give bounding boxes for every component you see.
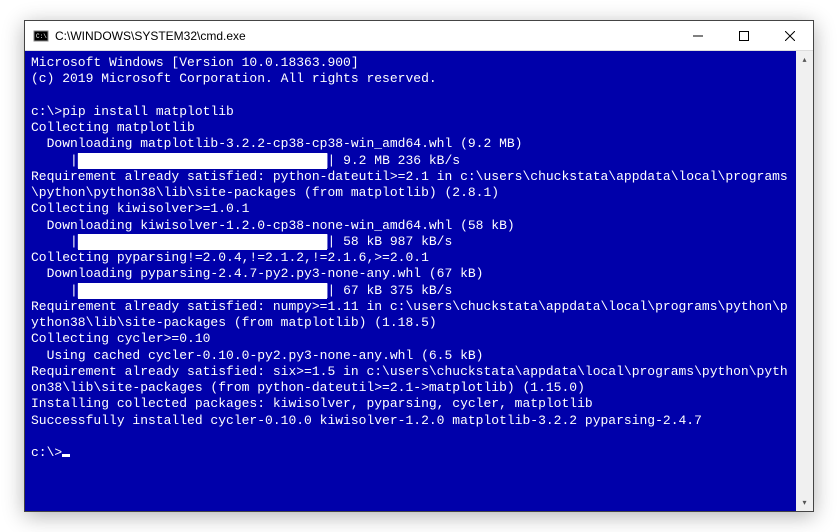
output-line: Collecting cycler>=0.10 [31, 331, 790, 347]
progress-line: |████████████████████████████████| 67 kB… [31, 283, 790, 299]
prompt: c:\> [31, 445, 62, 460]
window-controls [675, 21, 813, 50]
progress-line: |████████████████████████████████| 9.2 M… [31, 153, 790, 169]
output-line: Using cached cycler-0.10.0-py2.py3-none-… [31, 348, 790, 364]
output-line: Requirement already satisfied: numpy>=1.… [31, 299, 790, 332]
scroll-down-arrow-icon[interactable]: ▾ [796, 494, 813, 511]
progress-bar-fill: ████████████████████████████████ [78, 234, 328, 250]
scroll-up-arrow-icon[interactable]: ▴ [796, 51, 813, 68]
window-title: C:\WINDOWS\SYSTEM32\cmd.exe [55, 29, 675, 43]
command-text: pip install matplotlib [62, 104, 234, 119]
blank-line [31, 429, 790, 445]
output-line: Downloading kiwisolver-1.2.0-cp38-none-w… [31, 218, 790, 234]
output-line: Downloading pyparsing-2.4.7-py2.py3-none… [31, 266, 790, 282]
svg-text:C:\: C:\ [36, 33, 47, 40]
progress-prefix: | [31, 234, 78, 249]
prompt: c:\> [31, 104, 62, 119]
output-line: Requirement already satisfied: python-da… [31, 169, 790, 202]
progress-bar-fill: ████████████████████████████████ [78, 153, 328, 169]
output-line: Microsoft Windows [Version 10.0.18363.90… [31, 55, 790, 71]
titlebar[interactable]: C:\ C:\WINDOWS\SYSTEM32\cmd.exe [25, 21, 813, 51]
progress-suffix: | 9.2 MB 236 kB/s [327, 153, 460, 168]
terminal-output[interactable]: Microsoft Windows [Version 10.0.18363.90… [25, 51, 796, 511]
progress-line: |████████████████████████████████| 58 kB… [31, 234, 790, 250]
progress-prefix: | [31, 153, 78, 168]
maximize-button[interactable] [721, 21, 767, 50]
prompt-line: c:\> [31, 445, 790, 461]
progress-suffix: | 58 kB 987 kB/s [327, 234, 452, 249]
cmd-icon: C:\ [33, 28, 49, 44]
blank-line [31, 88, 790, 104]
cursor [62, 454, 70, 457]
close-button[interactable] [767, 21, 813, 50]
minimize-button[interactable] [675, 21, 721, 50]
progress-prefix: | [31, 283, 78, 298]
command-line: c:\>pip install matplotlib [31, 104, 790, 120]
output-line: (c) 2019 Microsoft Corporation. All righ… [31, 71, 790, 87]
progress-suffix: | 67 kB 375 kB/s [327, 283, 452, 298]
progress-bar-fill: ████████████████████████████████ [78, 283, 328, 299]
output-line: Successfully installed cycler-0.10.0 kiw… [31, 413, 790, 429]
cmd-window: C:\ C:\WINDOWS\SYSTEM32\cmd.exe Microsof… [24, 20, 814, 512]
output-line: Installing collected packages: kiwisolve… [31, 396, 790, 412]
output-line: Requirement already satisfied: six>=1.5 … [31, 364, 790, 397]
terminal-area: Microsoft Windows [Version 10.0.18363.90… [25, 51, 813, 511]
vertical-scrollbar[interactable]: ▴ ▾ [796, 51, 813, 511]
output-line: Collecting pyparsing!=2.0.4,!=2.1.2,!=2.… [31, 250, 790, 266]
output-line: Downloading matplotlib-3.2.2-cp38-cp38-w… [31, 136, 790, 152]
output-line: Collecting kiwisolver>=1.0.1 [31, 201, 790, 217]
output-line: Collecting matplotlib [31, 120, 790, 136]
